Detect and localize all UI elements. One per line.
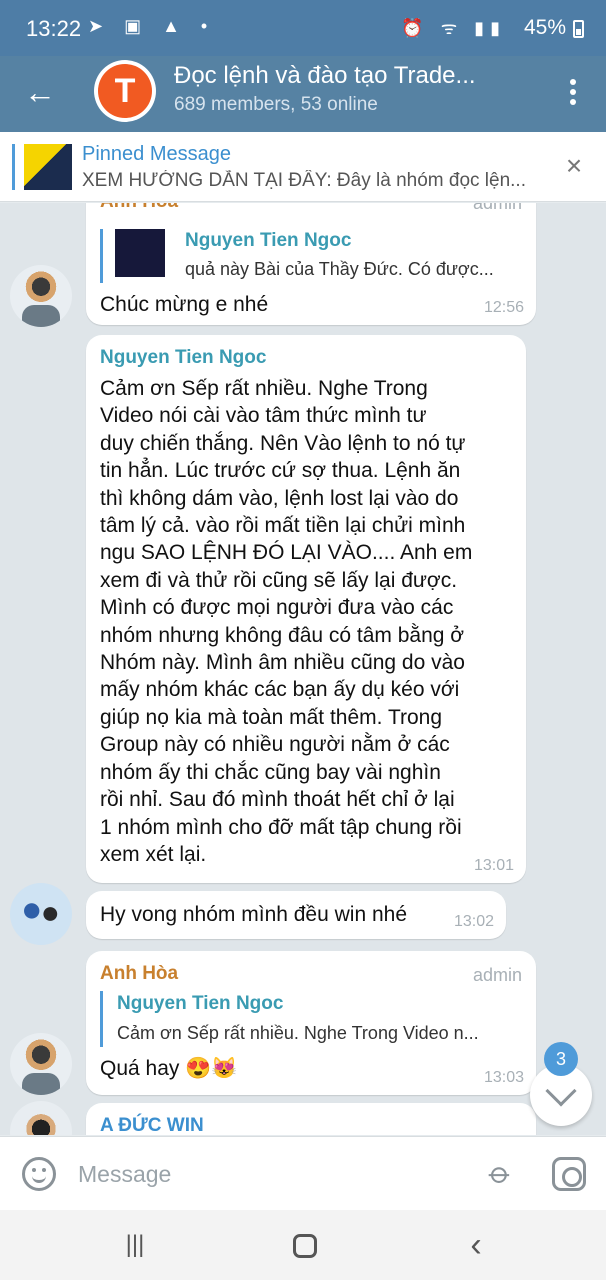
message-time: 13:02	[453, 913, 494, 930]
avatar[interactable]	[10, 265, 72, 327]
message-time: 13:03	[483, 1069, 524, 1086]
message-line: thì không dám vào, lệnh lost lại vào do	[100, 486, 459, 510]
reply-preview[interactable]: Nguyen Tien Ngoc Cảm ơn Sếp rất nhiều. N…	[100, 991, 520, 1047]
sender-name[interactable]: A ĐỨC WIN	[100, 1115, 204, 1135]
message-line: tin hẳn. Lúc trước cứ sợ thua. Lệnh ăn	[100, 459, 461, 483]
reply-text: quả này Bài của Thầy Đức. Có được...	[185, 259, 494, 279]
message-time: 12:56	[483, 299, 524, 316]
avatar[interactable]	[10, 883, 72, 945]
reply-text: Cảm ơn Sếp rất nhiều. Nghe Trong Video n…	[117, 1023, 479, 1043]
message-text: Quá hay 😍😻	[100, 1057, 238, 1080]
back-arrow-icon[interactable]: ←	[18, 70, 62, 114]
message-line: ngu SAO LỆNH ĐÓ LẠI VÀO.... Anh em	[100, 541, 473, 565]
member-count: 689 members, 53 online	[174, 94, 378, 115]
back-icon[interactable]: ‹	[464, 1228, 488, 1262]
message-bubble[interactable]: Nguyen Tien Ngoc Cảm ơn Sếp rất nhiều. N…	[86, 335, 526, 883]
reply-sender: Nguyen Tien Ngoc	[117, 993, 284, 1014]
message-line: xem xét lại.	[100, 842, 207, 866]
message-line: nhóm nhưng không đâu có tâm bằng ở	[100, 623, 465, 647]
message-line: rồi nhỉ. Sau đó mình thoát hết chỉ ở lại	[100, 788, 455, 812]
message-line: tâm lý cả. vào rồi mất tiền lại chửi mìn…	[100, 514, 466, 538]
reply-sender: Nguyen Tien Ngoc	[185, 230, 352, 251]
sender-name[interactable]: Anh Hòa	[100, 963, 178, 985]
group-avatar[interactable]: T	[94, 60, 156, 122]
message-line: Mình có được mọi người đưa vào các	[100, 596, 454, 620]
pinned-title: Pinned Message	[82, 143, 231, 165]
sender-name[interactable]: Anh Hòa	[100, 203, 178, 213]
signal-icons: ⏰ ᯤ ▮▮	[401, 18, 506, 38]
message-text: Chúc mừng e nhé	[100, 293, 269, 316]
chat-header: ← T Đọc lệnh và đào tạo Trade... 689 mem…	[0, 56, 606, 132]
system-nav-bar: ||| ‹	[0, 1210, 606, 1280]
message-text: Hy vong nhóm mình đều win nhé	[100, 903, 408, 926]
close-icon[interactable]: ×	[558, 150, 590, 182]
reply-preview[interactable]: Nguyen Tien Ngoc quả này Bài của Thầy Đứ…	[100, 229, 520, 283]
chevron-down-icon	[545, 1075, 577, 1107]
chat-area[interactable]: Anh Hòa admin Nguyen Tien Ngoc quả này B…	[0, 203, 606, 1135]
message-bubble[interactable]: A ĐỨC WIN	[86, 1103, 536, 1135]
message-line: duy chiến thắng. Nên Vào lệnh to nó tự	[100, 431, 466, 455]
pinned-indicator	[12, 144, 15, 190]
message-line: giúp nọ kia mà toàn mất thêm. Trong	[100, 705, 443, 729]
group-avatar-letter: T	[98, 64, 152, 118]
pinned-text: XEM HƯỚNG DẪN TẠI ĐÂY: Đây là nhóm đọc l…	[82, 170, 526, 191]
group-title[interactable]: Đọc lệnh và đào tạo Trade...	[174, 62, 534, 90]
camera-icon[interactable]	[552, 1157, 586, 1191]
message-line: Cảm ơn Sếp rất nhiều. Nghe Trong	[100, 377, 428, 400]
message-bubble[interactable]: Anh Hòa admin Nguyen Tien Ngoc quả này B…	[86, 203, 536, 325]
message-time: 13:01	[473, 857, 514, 874]
admin-badge: admin	[472, 965, 522, 985]
message-text: Cảm ơn Sếp rất nhiều. Nghe Trong Video n…	[100, 375, 520, 868]
reply-thumbnail	[115, 229, 165, 277]
avatar[interactable]	[10, 1101, 72, 1135]
pinned-thumbnail	[24, 144, 72, 190]
message-bubble[interactable]: Anh Hòa admin Nguyen Tien Ngoc Cảm ơn Sế…	[86, 951, 536, 1095]
message-line: Nhóm này. Mình âm nhiều cũng do vào	[100, 651, 465, 675]
message-line: nhóm ấy thi chắc cũng bay vài nghìn	[100, 760, 441, 784]
message-line: 1 nhóm mình cho đỡ mất tập chung rồi	[100, 815, 462, 839]
notification-icons: ➤ ▣ ▲ •	[88, 16, 216, 36]
battery-percent: 45%	[523, 16, 566, 39]
avatar[interactable]	[10, 1033, 72, 1095]
recent-apps-icon[interactable]: |||	[124, 1233, 146, 1257]
message-bubble[interactable]: Hy vong nhóm mình đều win nhé 13:02	[86, 891, 506, 939]
message-line: mấy nhóm khác các bạn ấy dụ kéo với	[100, 678, 460, 702]
message-composer: ⌀	[0, 1136, 606, 1210]
more-vertical-icon[interactable]	[558, 76, 588, 112]
message-line: Video nói cài vào tâm thức mình tư	[100, 404, 427, 428]
paperclip-icon[interactable]: ⌀	[475, 1149, 524, 1198]
admin-badge: admin	[472, 203, 522, 213]
status-bar: 13:22 ➤ ▣ ▲ • ⏰ ᯤ ▮▮ 45%	[0, 0, 606, 56]
message-input[interactable]	[78, 1157, 458, 1191]
battery-icon	[573, 20, 584, 38]
pinned-message-bar[interactable]: Pinned Message XEM HƯỚNG DẪN TẠI ĐÂY: Đâ…	[0, 132, 606, 202]
sender-name[interactable]: Nguyen Tien Ngoc	[100, 347, 266, 369]
emoji-icon[interactable]	[22, 1157, 56, 1191]
unread-count-badge: 3	[544, 1042, 578, 1076]
message-line: Group này có nhiều người nằm ở các	[100, 733, 450, 757]
message-line: xem đi và thử rồi cũng sẽ lấy lại được.	[100, 568, 458, 592]
home-icon[interactable]	[293, 1234, 317, 1258]
status-time: 13:22	[26, 16, 82, 41]
